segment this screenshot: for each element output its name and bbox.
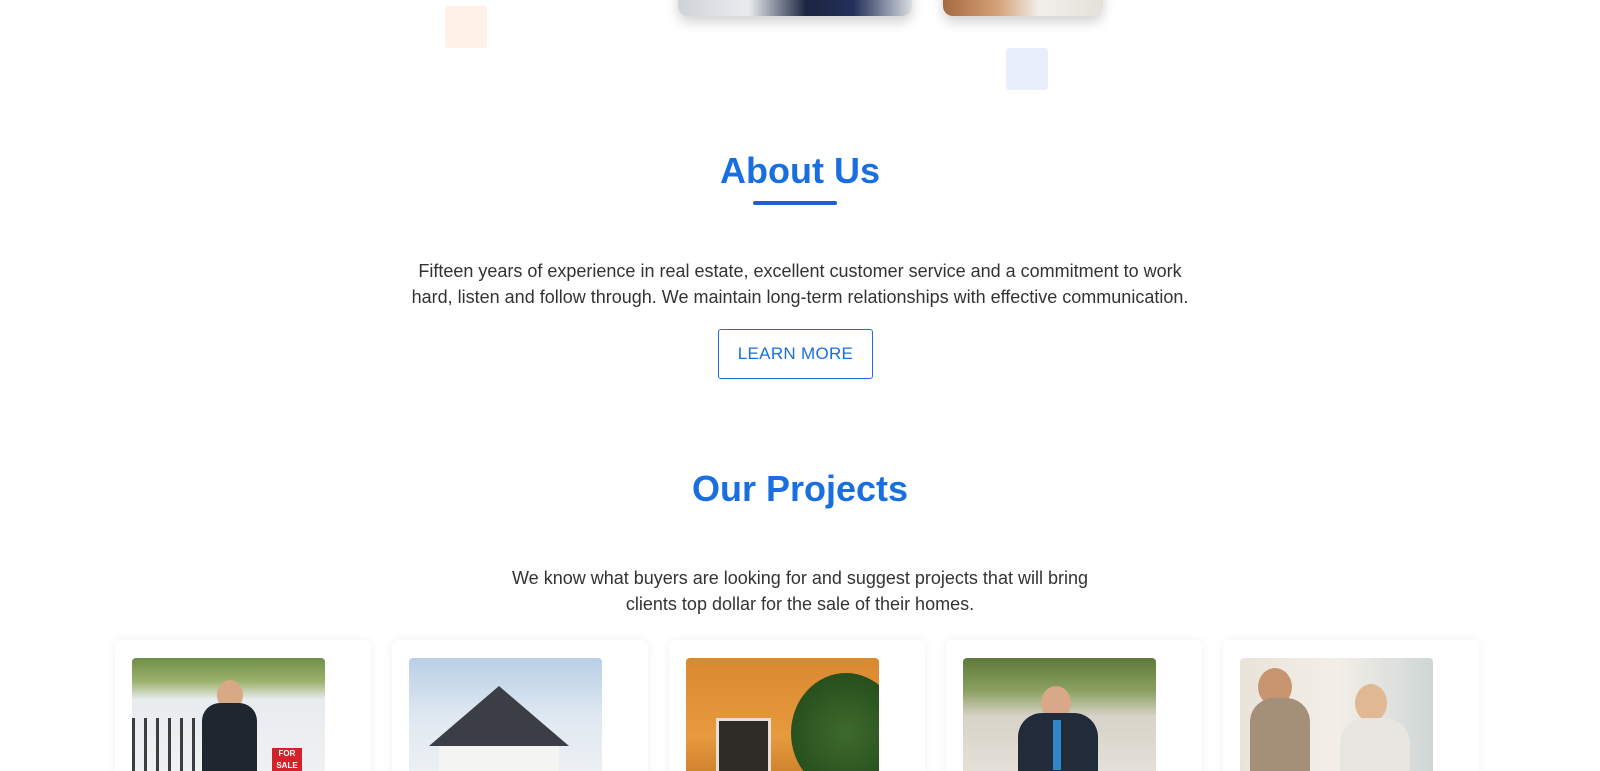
project-card[interactable]: FOR SALE xyxy=(115,640,371,771)
about-description-line-2: hard, listen and follow through. We main… xyxy=(411,287,1189,307)
celebrating-agent-photo[interactable] xyxy=(963,658,1156,771)
for-sale-sign: FOR SALE xyxy=(272,748,302,771)
projects-description-line-1: We know what buyers are looking for and … xyxy=(512,568,1088,588)
hero-photo-documents xyxy=(943,0,1103,16)
projects-description-line-2: clients top dollar for the sale of their… xyxy=(625,594,975,614)
person-head-shape xyxy=(1355,684,1387,722)
about-title-underline xyxy=(753,201,837,205)
project-card[interactable] xyxy=(946,640,1202,771)
about-description-line-1: Fifteen years of experience in real esta… xyxy=(418,261,1182,281)
hero-photo-agents xyxy=(678,0,912,16)
project-card[interactable] xyxy=(392,640,648,771)
learn-more-button[interactable]: LEARN MORE xyxy=(718,329,873,379)
person-body-shape xyxy=(1250,698,1310,771)
wall-shape xyxy=(439,746,559,771)
tree-shape xyxy=(791,673,879,771)
decorative-square-blue xyxy=(1006,48,1048,90)
person-body-shape xyxy=(1340,718,1410,771)
orange-house-photo[interactable] xyxy=(686,658,879,771)
about-description: Fifteen years of experience in real esta… xyxy=(0,258,1600,310)
meeting-photo[interactable] xyxy=(1240,658,1433,771)
roof-shape xyxy=(429,686,569,746)
house-roof-photo[interactable] xyxy=(409,658,602,771)
decorative-square-peach xyxy=(445,6,487,48)
person-body-shape xyxy=(202,703,257,771)
tie-shape xyxy=(1053,720,1061,770)
project-card[interactable] xyxy=(669,640,925,771)
project-cards: FOR SALE xyxy=(115,640,1485,771)
door-shape xyxy=(716,718,771,771)
about-title: About Us xyxy=(720,150,880,191)
projects-title: Our Projects xyxy=(691,468,909,509)
projects-description: We know what buyers are looking for and … xyxy=(0,565,1600,617)
agent-for-sale-photo[interactable]: FOR SALE xyxy=(132,658,325,771)
project-card[interactable] xyxy=(1223,640,1479,771)
